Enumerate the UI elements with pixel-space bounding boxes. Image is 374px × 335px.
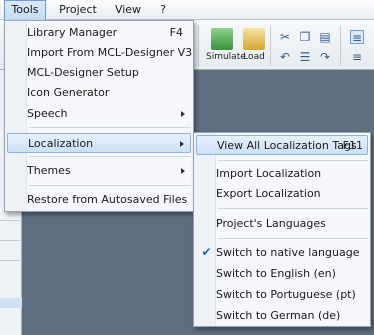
- panel-selected-row: [0, 298, 22, 308]
- menu-item-switch-english[interactable]: Switch to English (en): [196, 264, 368, 284]
- simulate-button[interactable]: Simulate: [206, 28, 246, 62]
- tools-menu: Library Manager F4 Import From MCL-Desig…: [4, 20, 194, 212]
- menu-item-import-localization[interactable]: Import Localization: [196, 164, 368, 184]
- ribbon-separator: [270, 26, 271, 66]
- checkmark-icon: ✔: [201, 245, 212, 259]
- cut-icon[interactable]: ✂: [278, 30, 292, 44]
- menu-item-icon-generator[interactable]: Icon Generator: [7, 83, 191, 103]
- menu-item-switch-german[interactable]: Switch to German (de): [196, 306, 368, 326]
- menu-item-mcl-designer-setup[interactable]: MCL-Designer Setup: [7, 63, 191, 83]
- submenu-arrow-icon: [181, 168, 185, 174]
- load-icon: [243, 28, 265, 50]
- menu-item-import-mcl-designer-v3[interactable]: Import From MCL-Designer V3: [7, 43, 192, 63]
- menu-separator: [218, 238, 368, 239]
- menu-separator: [29, 185, 191, 186]
- menu-separator: [218, 208, 368, 209]
- simulate-icon: [211, 28, 233, 50]
- menubar: Tools Project View ?: [0, 0, 374, 20]
- menu-item-switch-native[interactable]: ✔ Switch to native language: [196, 243, 368, 263]
- localization-submenu: View All Localization Tags F11 Import Lo…: [193, 132, 371, 327]
- paste-icon[interactable]: ▤: [318, 30, 332, 44]
- menu-project[interactable]: Project: [52, 0, 104, 20]
- menu-tools[interactable]: Tools: [4, 0, 46, 20]
- list-icon[interactable]: ☰: [298, 50, 312, 64]
- align-center-icon[interactable]: ≡: [350, 50, 364, 64]
- panel-divider: [0, 220, 22, 221]
- submenu-arrow-icon: [180, 141, 184, 147]
- menu-item-export-localization[interactable]: Export Localization: [196, 184, 368, 204]
- menu-item-themes[interactable]: Themes: [7, 161, 191, 181]
- menu-separator: [29, 156, 191, 157]
- align-left-icon[interactable]: ≡: [350, 30, 364, 45]
- redo-icon[interactable]: ↷: [318, 50, 332, 64]
- menu-item-speech[interactable]: Speech: [7, 104, 191, 124]
- menu-view[interactable]: View: [108, 0, 148, 20]
- panel-divider: [0, 240, 22, 241]
- submenu-arrow-icon: [181, 111, 185, 117]
- load-button[interactable]: Load: [242, 28, 266, 62]
- menu-item-switch-portuguese[interactable]: Switch to Portuguese (pt): [196, 285, 368, 305]
- ribbon-separator: [198, 26, 199, 66]
- menu-help[interactable]: ?: [152, 0, 174, 20]
- copy-icon[interactable]: ❐: [298, 30, 312, 44]
- ribbon-separator: [340, 26, 341, 66]
- menu-item-projects-languages[interactable]: Project's Languages: [196, 214, 368, 234]
- menu-item-view-all-localization-tags[interactable]: View All Localization Tags F11: [196, 135, 368, 155]
- panel-divider: [0, 260, 22, 261]
- menu-item-localization[interactable]: Localization: [7, 133, 191, 153]
- menu-item-restore-autosaved[interactable]: Restore from Autosaved Files: [7, 190, 191, 210]
- menu-separator: [218, 160, 368, 161]
- menu-item-library-manager[interactable]: Library Manager F4: [7, 23, 191, 43]
- undo-icon[interactable]: ↶: [278, 50, 292, 64]
- menu-separator: [29, 127, 191, 128]
